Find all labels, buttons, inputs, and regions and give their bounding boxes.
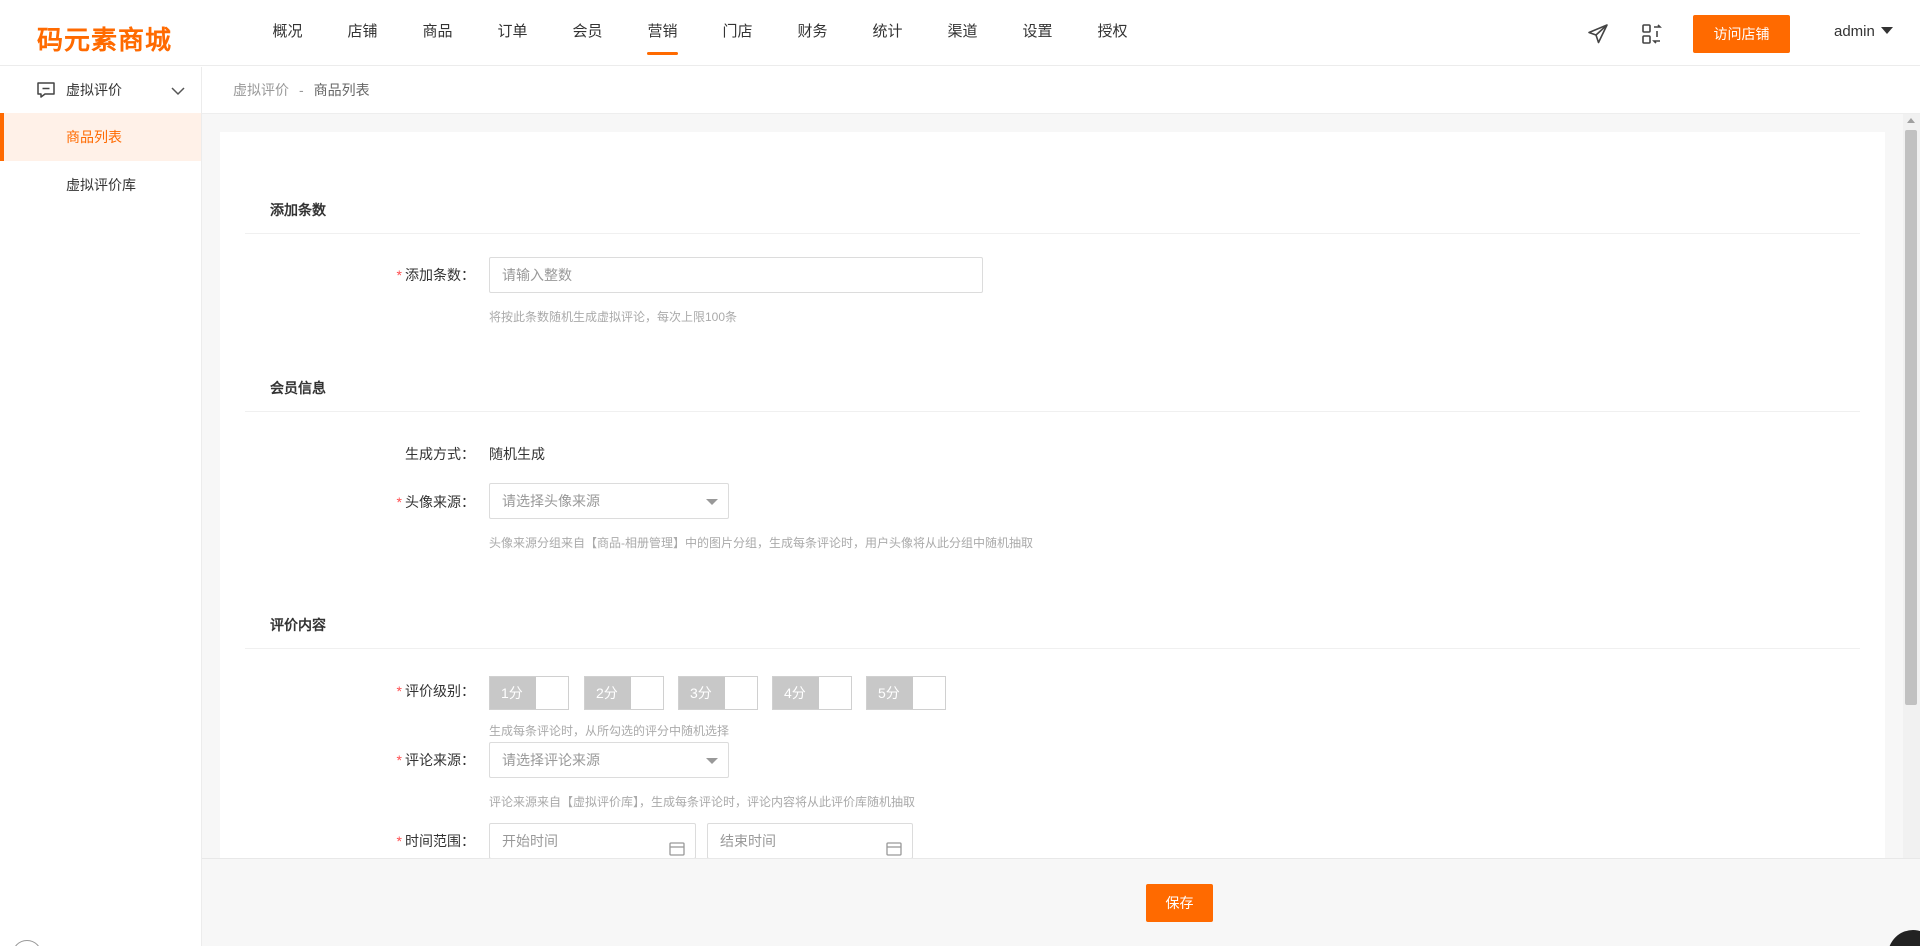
comment-source-label: * 评论来源： <box>396 752 475 768</box>
nav-item-7[interactable]: 财务 <box>775 0 850 66</box>
breadcrumb-current: 商品列表 <box>313 82 370 98</box>
sidebar-group-virtual-review[interactable]: 虚拟评价 <box>0 67 201 113</box>
scroll-up-arrow-icon[interactable] <box>1907 118 1915 123</box>
section-title-review-content: 评价内容 <box>270 617 326 633</box>
nav-item-5[interactable]: 营销 <box>625 0 700 66</box>
brand-logo[interactable]: 码元素商城 <box>37 20 172 57</box>
end-time-placeholder: 结束时间 <box>720 833 776 849</box>
nav-item-3[interactable]: 订单 <box>475 0 550 66</box>
visit-store-button[interactable]: 访问店铺 <box>1693 15 1790 53</box>
start-time-picker[interactable]: 开始时间 <box>489 823 696 859</box>
avatar-source-hint: 头像来源分组来自【商品-相册管理】中的图片分组，生成每条评论时，用户头像将从此分… <box>489 536 1034 550</box>
comment-source-placeholder: 请选择评论来源 <box>502 752 600 768</box>
sidebar-item-product-list[interactable]: 商品列表 <box>0 113 201 161</box>
breadcrumb-separator: - <box>299 82 304 98</box>
caret-down-icon <box>1880 27 1893 34</box>
divider <box>245 411 1860 412</box>
nav-item-8[interactable]: 统计 <box>850 0 925 66</box>
comment-source-select[interactable]: 请选择评论来源 <box>489 742 729 778</box>
comment-source-hint: 评论来源来自【虚拟评价库】，生成每条评论时，评论内容将从此评价库随机抽取 <box>489 795 916 809</box>
rating-option-3[interactable]: 3分 <box>678 676 758 710</box>
save-button[interactable]: 保存 <box>1146 884 1213 922</box>
breadcrumb: 虚拟评价 - 商品列表 <box>202 67 1920 114</box>
avatar-source-label: * 头像来源： <box>396 494 475 510</box>
main-nav: 概况 店铺 商品 订单 会员 营销 门店 财务 统计 渠道 设置 授权 <box>250 0 1150 66</box>
gen-method-label: 生成方式： <box>405 446 475 462</box>
divider <box>245 648 1860 649</box>
count-label: * 添加条数： <box>396 267 475 283</box>
count-input[interactable] <box>489 257 983 293</box>
rating-option-2[interactable]: 2分 <box>584 676 664 710</box>
breadcrumb-parent[interactable]: 虚拟评价 <box>233 82 289 98</box>
nav-item-1[interactable]: 店铺 <box>325 0 400 66</box>
nav-item-0[interactable]: 概况 <box>250 0 325 66</box>
chevron-down-icon <box>171 83 185 99</box>
nav-item-10[interactable]: 设置 <box>1000 0 1075 66</box>
avatar-source-placeholder: 请选择头像来源 <box>502 493 600 509</box>
nav-item-2[interactable]: 商品 <box>400 0 475 66</box>
gen-method-value: 随机生成 <box>489 446 545 462</box>
count-hint: 将按此条数随机生成虚拟评论，每次上限100条 <box>489 310 738 324</box>
rating-label: * 评价级别： <box>396 683 475 699</box>
scrollbar-thumb[interactable] <box>1905 130 1917 705</box>
dropdown-arrow-icon <box>706 758 718 764</box>
time-range-label: * 时间范围： <box>396 833 475 849</box>
nav-item-6[interactable]: 门店 <box>700 0 775 66</box>
section-title-member-info: 会员信息 <box>270 380 326 396</box>
divider <box>245 233 1860 234</box>
nav-item-4[interactable]: 会员 <box>550 0 625 66</box>
sidebar-group-label: 虚拟评价 <box>66 82 122 98</box>
user-name: admin <box>1834 23 1875 40</box>
rating-option-5[interactable]: 5分 <box>866 676 946 710</box>
top-header: 码元素商城 概况 店铺 商品 订单 会员 营销 门店 财务 统计 渠道 设置 授权 访问店铺 admi… <box>0 0 1920 66</box>
sidebar: 虚拟评价 商品列表 虚拟评价库 <box>0 67 202 946</box>
nav-item-9[interactable]: 渠道 <box>925 0 1000 66</box>
end-time-picker[interactable]: 结束时间 <box>707 823 913 859</box>
section-title-add-count: 添加条数 <box>270 202 326 218</box>
nav-item-11[interactable]: 授权 <box>1075 0 1150 66</box>
user-menu[interactable]: admin <box>1834 23 1893 40</box>
sidebar-item-review-library[interactable]: 虚拟评价库 <box>0 161 201 209</box>
switch-icon[interactable] <box>1640 22 1664 46</box>
rating-hint: 生成每条评论时，从所勾选的评分中随机选择 <box>489 724 730 738</box>
start-time-placeholder: 开始时间 <box>502 833 558 849</box>
footer-bar <box>202 858 1920 946</box>
form-card: 添加条数 *添加条数： 将按此条数随机生成虚拟评论，每次上限100条 会员信息 … <box>220 132 1885 859</box>
rating-option-1[interactable]: 1分 <box>489 676 569 710</box>
avatar-source-select[interactable]: 请选择头像来源 <box>489 483 729 519</box>
dropdown-arrow-icon <box>706 499 718 505</box>
comment-icon <box>36 81 56 99</box>
send-icon[interactable] <box>1586 22 1610 46</box>
rating-option-4[interactable]: 4分 <box>772 676 852 710</box>
